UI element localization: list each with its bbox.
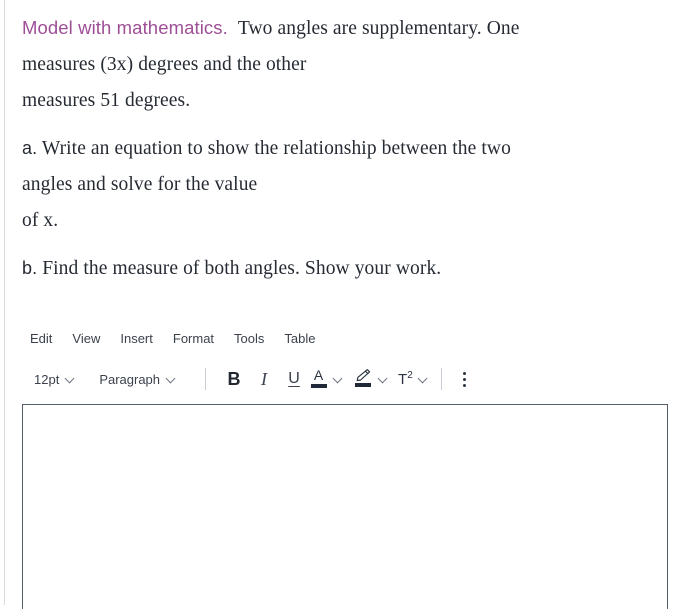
menu-item-insert[interactable]: Insert	[120, 331, 153, 346]
editor-menubar: Edit View Insert Format Tools Table	[22, 326, 670, 350]
font-size-value: 12pt	[34, 371, 60, 387]
toolbar-divider	[440, 368, 442, 390]
bold-button[interactable]: B	[219, 364, 249, 394]
chevron-down-icon	[66, 375, 75, 384]
text-color-swatch	[310, 384, 327, 388]
menu-item-tools[interactable]: Tools	[234, 331, 264, 346]
editor-toolbar: 12pt Paragraph B I U A T2	[22, 362, 670, 396]
chevron-down-icon[interactable]	[334, 375, 343, 384]
question-part-a: a. Write an equation to show the relatio…	[22, 130, 662, 239]
text-color-icon[interactable]: A	[309, 368, 328, 390]
superscript-icon[interactable]: T2	[398, 370, 413, 388]
question-prose: Model with mathematics. Two angles are s…	[22, 10, 662, 287]
rich-text-editor: Edit View Insert Format Tools Table 12pt…	[22, 326, 670, 396]
question-page: Model with mathematics. Two angles are s…	[0, 0, 681, 609]
superscript-control[interactable]: T2	[398, 370, 428, 388]
italic-button[interactable]: I	[249, 364, 279, 394]
highlighter-pen-icon[interactable]	[353, 368, 373, 390]
part-a-line-3: of x.	[22, 210, 59, 231]
menu-item-format[interactable]: Format	[173, 331, 214, 346]
question-stem-line-1: Two angles are supplementary. One	[237, 18, 520, 39]
part-b-label: b.	[22, 258, 38, 278]
superscript-base: T	[398, 371, 408, 388]
question-stem-line-2: measures (3x) degrees and the other	[22, 54, 307, 75]
superscript-exponent: 2	[407, 370, 413, 381]
part-b-text: Find the measure of both angles. Show yo…	[42, 258, 442, 279]
block-format-value: Paragraph	[99, 371, 161, 387]
page-left-rule	[4, 0, 5, 605]
highlight-color-control[interactable]	[353, 368, 388, 390]
menu-item-edit[interactable]: Edit	[30, 331, 52, 346]
toolbar-divider	[205, 368, 207, 390]
menu-item-view[interactable]: View	[72, 331, 100, 346]
question-part-b: b. Find the measure of both angles. Show…	[22, 250, 662, 287]
chevron-down-icon[interactable]	[379, 375, 388, 384]
underline-button[interactable]: U	[279, 364, 309, 394]
question-stem: Model with mathematics. Two angles are s…	[22, 10, 662, 119]
highlight-color-swatch	[355, 383, 372, 387]
chevron-down-icon[interactable]	[419, 375, 428, 384]
answer-text-area[interactable]	[22, 404, 668, 609]
kebab-dot	[463, 371, 467, 375]
part-a-line-2: angles and solve for the value	[22, 174, 258, 195]
text-color-control[interactable]: A	[309, 368, 343, 390]
menu-item-table[interactable]: Table	[284, 331, 315, 346]
block-format-select[interactable]: Paragraph	[95, 369, 180, 390]
question-stem-line-3: measures 51 degrees.	[22, 90, 191, 111]
more-options-icon[interactable]	[455, 368, 475, 390]
skill-label: Model with mathematics.	[22, 17, 228, 38]
part-a-label: a.	[22, 138, 38, 158]
kebab-dot	[463, 383, 467, 387]
chevron-down-icon	[167, 375, 176, 384]
text-color-glyph: A	[313, 367, 324, 383]
part-a-line-1: Write an equation to show the relationsh…	[41, 138, 511, 159]
font-size-select[interactable]: 12pt	[30, 369, 79, 390]
kebab-dot	[463, 377, 467, 381]
